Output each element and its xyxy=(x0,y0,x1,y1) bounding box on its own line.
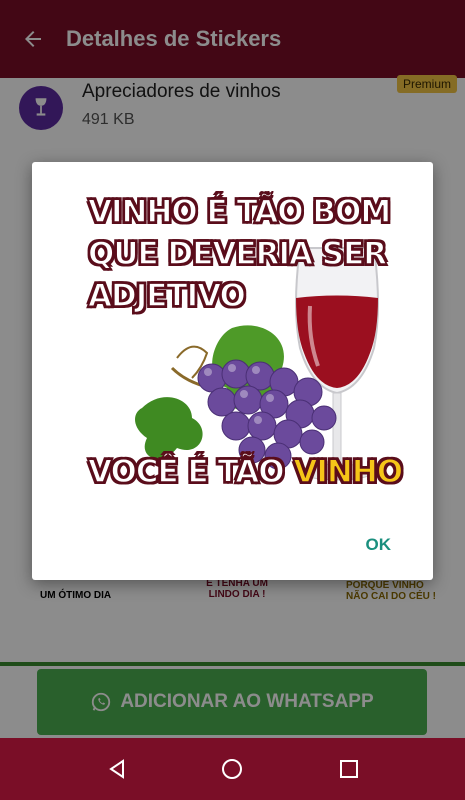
square-recents-icon xyxy=(340,760,358,778)
circle-home-icon xyxy=(222,759,242,779)
triangle-back-icon xyxy=(109,759,124,779)
nav-back-button[interactable] xyxy=(104,756,130,782)
sticker-preview-dialog: VINHO É TÃO BOM QUE DEVERIA SER ADJETIVO… xyxy=(32,162,433,580)
ok-button[interactable]: OK xyxy=(366,535,392,555)
sticker-text-prefix: VOCÊ É TÃO xyxy=(87,453,294,491)
nav-home-button[interactable] xyxy=(219,756,245,782)
sticker-text-highlight: VINHO xyxy=(293,453,404,491)
system-nav-bar xyxy=(0,738,465,800)
sticker-image: VINHO É TÃO BOM QUE DEVERIA SER ADJETIVO… xyxy=(82,188,404,508)
nav-recents-button[interactable] xyxy=(336,756,362,782)
sticker-text-line: VINHO É TÃO BOM xyxy=(87,193,392,231)
sticker-text-line: QUE DEVERIA SER xyxy=(87,235,388,273)
sticker-text-line: ADJETIVO xyxy=(87,277,246,315)
sticker-text-bottom: VOCÊ É TÃO VINHO xyxy=(87,453,404,491)
